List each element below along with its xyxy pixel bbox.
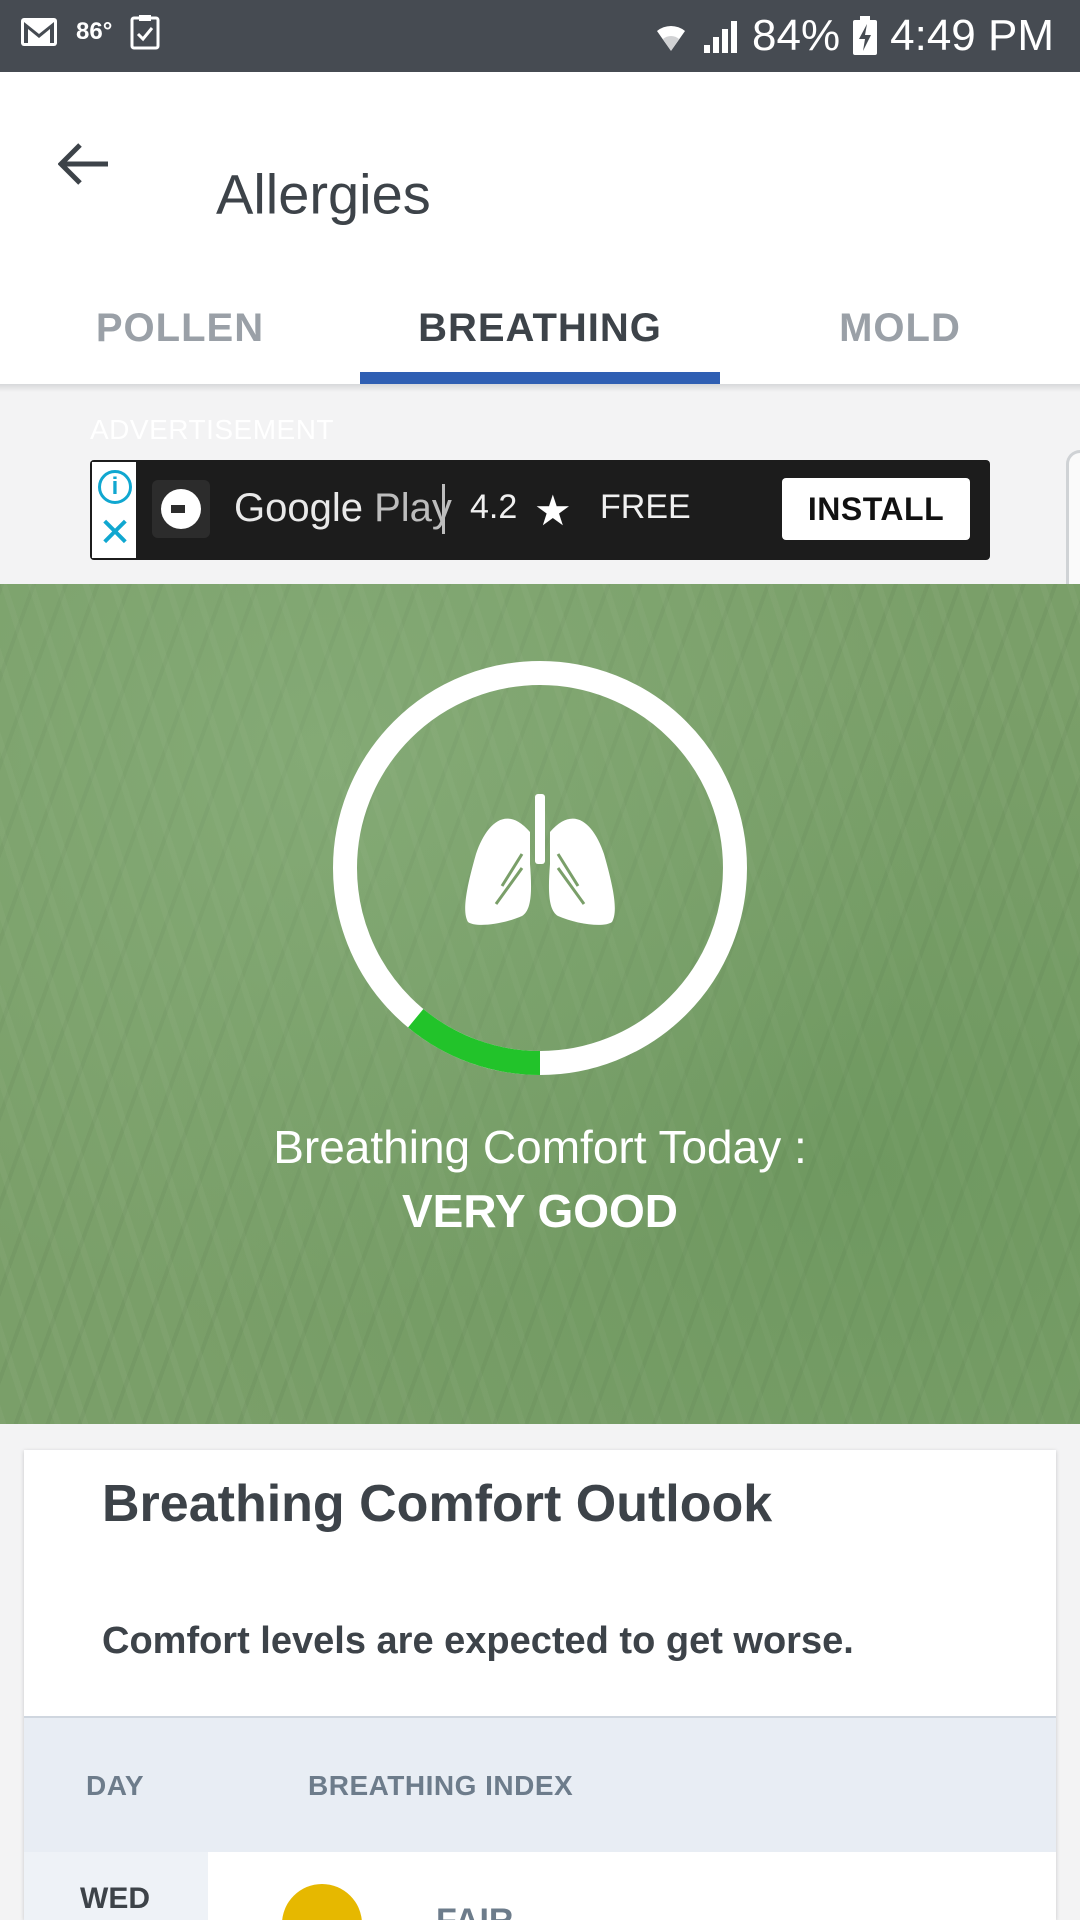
app-bar: Allergies POLLEN BREATHING MOLD	[0, 72, 1080, 384]
outlook-card: Breathing Comfort Outlook Comfort levels…	[24, 1450, 1056, 1920]
lungs-icon	[465, 794, 615, 925]
ad-label: ADVERTISEMENT	[90, 414, 335, 445]
ad-choices: i ✕	[90, 460, 138, 560]
store-name-suffix: Play	[374, 486, 452, 530]
comfort-label: Breathing Comfort Today :	[273, 1121, 807, 1173]
checklist-icon	[130, 15, 160, 50]
breathing-gauge	[333, 661, 747, 1075]
battery-percent: 84%	[752, 11, 841, 60]
outlook-message: Comfort levels are expected to get worse…	[102, 1620, 854, 1662]
star-icon: ★	[534, 487, 572, 534]
gmail-icon	[21, 18, 57, 46]
back-button[interactable]	[48, 128, 120, 200]
clock-text: 4:49 PM	[890, 11, 1054, 60]
column-header-day: DAY	[86, 1770, 145, 1801]
tab-mold[interactable]: MOLD	[720, 272, 1080, 384]
battery-charging-icon	[853, 16, 878, 55]
temperature-text: 86°	[76, 18, 113, 45]
app-bar-shadow	[0, 384, 1080, 392]
close-icon[interactable]: ✕	[98, 513, 132, 553]
info-icon[interactable]: i	[98, 470, 132, 504]
gauge-progress-arc	[408, 1008, 541, 1075]
arrow-left-icon	[58, 143, 108, 185]
row-level-label: FAIR	[436, 1902, 513, 1920]
tab-bar: POLLEN BREATHING MOLD	[0, 272, 1080, 384]
table-row-day-cell: WED	[24, 1852, 208, 1920]
ad-price: FREE	[600, 488, 691, 526]
ad-banner[interactable]: i ✕ Google Play 4.2 ★ FREE INSTALL	[90, 460, 990, 560]
status-bar: 86° 84% 4:49 PM	[0, 0, 1080, 72]
outlook-title: Breathing Comfort Outlook	[102, 1475, 773, 1533]
column-header-index: BREATHING INDEX	[308, 1770, 574, 1801]
store-name-main: Google	[234, 486, 363, 530]
table-header: DAY BREATHING INDEX	[24, 1716, 1056, 1852]
app-logo-icon	[152, 480, 210, 538]
install-button[interactable]: INSTALL	[782, 478, 970, 540]
page-title: Allergies	[216, 162, 431, 226]
wifi-icon	[657, 25, 686, 51]
index-level-dot	[282, 1884, 362, 1920]
ad-divider	[442, 484, 445, 534]
breathing-hero: Breathing Comfort Today : VERY GOOD	[0, 584, 1080, 1424]
comfort-value: VERY GOOD	[401, 1185, 679, 1237]
tab-pollen[interactable]: POLLEN	[0, 272, 360, 384]
tab-breathing[interactable]: BREATHING	[360, 272, 720, 384]
ad-rating: 4.2	[470, 488, 518, 526]
row-day-label: WED	[80, 1882, 150, 1915]
store-name: Google Play	[234, 486, 452, 531]
signal-icon	[704, 21, 738, 53]
